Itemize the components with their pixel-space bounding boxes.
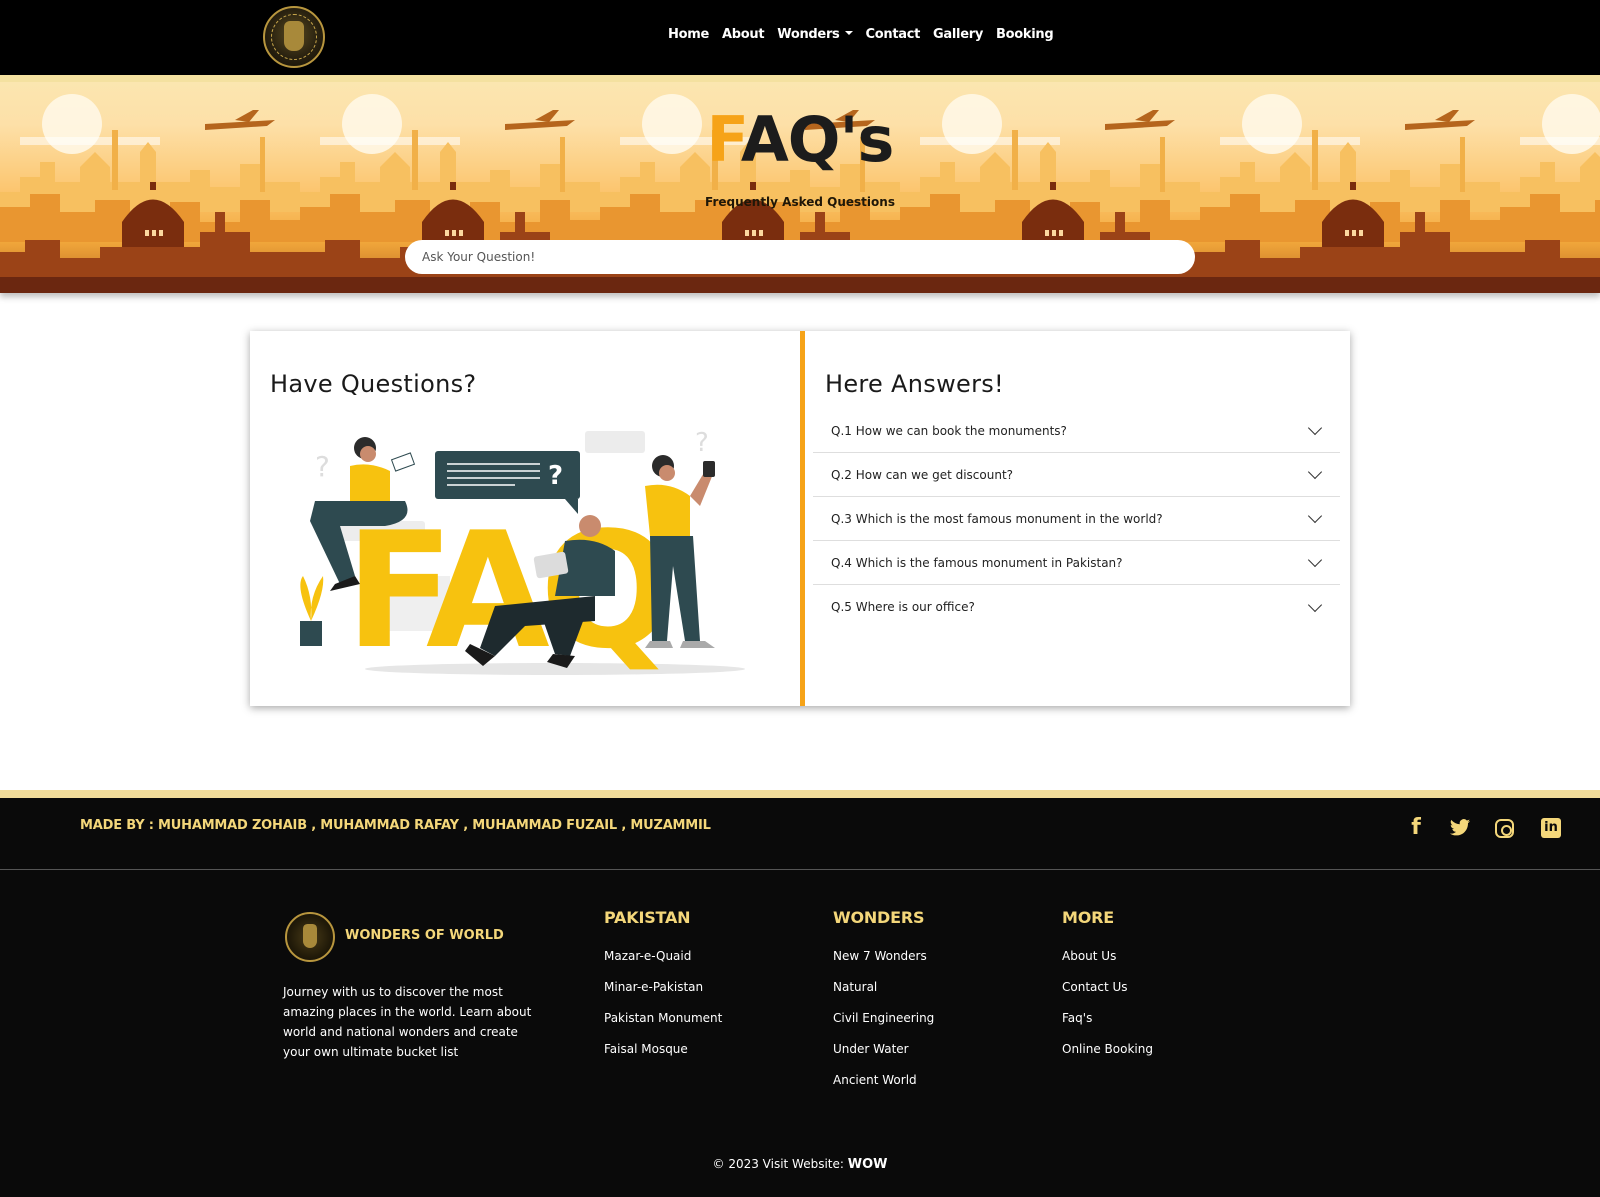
pharaoh-icon <box>278 21 310 51</box>
faq-question-text: Q.4 Which is the famous monument in Paki… <box>831 555 1123 570</box>
here-answers-heading: Here Answers! <box>825 370 1004 398</box>
footer-divider <box>0 869 1600 870</box>
footer-column-title: WONDERS <box>833 908 925 927</box>
faq-question-text: Q.2 How can we get discount? <box>831 467 1014 482</box>
footer-link[interactable]: About Us <box>1062 949 1153 963</box>
chevron-down-icon <box>1307 552 1323 568</box>
footer-link[interactable]: Faq's <box>1062 1011 1153 1025</box>
footer-link[interactable]: New 7 Wonders <box>833 949 934 963</box>
nav-home[interactable]: Home <box>668 27 709 42</box>
svg-text:?: ? <box>548 461 563 491</box>
made-by-credits: MADE BY : MUHAMMAD ZOHAIB , MUHAMMAD RAF… <box>80 818 711 833</box>
title-accent-letter: F <box>706 103 742 176</box>
footer-column-pakistan: PAKISTAN Mazar-e-Quaid Minar-e-Pakistan … <box>604 908 722 1073</box>
nav-contact[interactable]: Contact <box>866 27 921 42</box>
footer-link[interactable]: Natural <box>833 980 934 994</box>
footer-link[interactable]: Ancient World <box>833 1073 934 1087</box>
hero-banner: FAQ's Frequently Asked Questions <box>0 75 1600 293</box>
footer-column-title: MORE <box>1062 908 1114 927</box>
nav-wonders-label: Wonders <box>777 27 840 42</box>
footer-link[interactable]: Minar-e-Pakistan <box>604 980 722 994</box>
svg-text:?: ? <box>315 450 330 483</box>
footer-description: Journey with us to discover the most ama… <box>283 985 532 1059</box>
footer-link[interactable]: Mazar-e-Quaid <box>604 949 722 963</box>
footer-link[interactable]: Online Booking <box>1062 1042 1153 1056</box>
footer-top-band <box>0 790 1600 798</box>
footer-link[interactable]: Pakistan Monument <box>604 1011 722 1025</box>
faq-question-text: Q.1 How we can book the monuments? <box>831 423 1067 438</box>
footer-column-title: PAKISTAN <box>604 908 691 927</box>
facebook-icon[interactable]: f <box>1405 817 1427 839</box>
title-rest: AQ's <box>740 103 895 176</box>
faq-question-4[interactable]: Q.4 Which is the famous monument in Paki… <box>813 541 1340 585</box>
faq-question-text: Q.3 Which is the most famous monument in… <box>831 511 1163 526</box>
chevron-down-icon <box>1307 508 1323 524</box>
faq-question-1[interactable]: Q.1 How we can book the monuments? <box>813 409 1340 453</box>
faq-illustration: ? ? ? FAQ <box>300 428 745 676</box>
have-questions-heading: Have Questions? <box>270 370 477 398</box>
faq-question-3[interactable]: Q.3 Which is the most famous monument in… <box>813 497 1340 541</box>
footer-logo[interactable] <box>285 912 335 962</box>
pharaoh-icon <box>303 924 317 948</box>
chevron-down-icon <box>1307 597 1323 612</box>
main-nav: Home About Wonders Contact Gallery Booki… <box>668 27 1066 42</box>
nav-wonders-dropdown[interactable]: Wonders <box>777 27 853 42</box>
footer-brand-name: WONDERS OF WORLD <box>345 928 504 943</box>
footer-link[interactable]: Civil Engineering <box>833 1011 934 1025</box>
faq-card: Have Questions? ? ? ? FAQ Here Answers! … <box>250 331 1350 706</box>
nav-booking[interactable]: Booking <box>996 27 1054 42</box>
page-subtitle: Frequently Asked Questions <box>705 195 895 209</box>
navbar: Home About Wonders Contact Gallery Booki… <box>0 0 1600 75</box>
chevron-down-icon <box>1307 464 1323 480</box>
site-footer: MADE BY : MUHAMMAD ZOHAIB , MUHAMMAD RAF… <box>0 790 1600 1197</box>
nav-gallery[interactable]: Gallery <box>933 27 983 42</box>
footer-column-wonders: WONDERS New 7 Wonders Natural Civil Engi… <box>833 908 934 1104</box>
copyright-text: © 2023 Visit Website: <box>712 1157 844 1171</box>
faq-question-text: Q.5 Where is our office? <box>831 600 975 614</box>
panel-divider <box>800 331 805 706</box>
twitter-icon[interactable] <box>1449 817 1471 839</box>
twitter-bird-glyph <box>1449 819 1471 836</box>
faq-question-2[interactable]: Q.2 How can we get discount? <box>813 453 1340 497</box>
linkedin-icon[interactable]: in <box>1541 818 1561 838</box>
footer-link[interactable]: Contact Us <box>1062 980 1153 994</box>
copyright-brand-link[interactable]: WOW <box>848 1157 888 1172</box>
instagram-icon[interactable] <box>1495 819 1514 838</box>
faq-accordion: Q.1 How we can book the monuments? Q.2 H… <box>813 409 1340 629</box>
footer-column-more: MORE About Us Contact Us Faq's Online Bo… <box>1062 908 1153 1073</box>
footer-link[interactable]: Faisal Mosque <box>604 1042 722 1056</box>
question-search-input[interactable] <box>405 240 1195 274</box>
faq-question-5[interactable]: Q.5 Where is our office? <box>813 585 1340 629</box>
footer-link[interactable]: Under Water <box>833 1042 934 1056</box>
site-logo[interactable] <box>263 6 325 68</box>
chevron-down-icon <box>1307 420 1323 436</box>
page-title: FAQ's <box>0 103 1600 176</box>
copyright: © 2023 Visit Website: WOW <box>0 1157 1600 1172</box>
svg-text:?: ? <box>695 428 709 458</box>
caret-down-icon <box>844 31 853 35</box>
nav-about[interactable]: About <box>722 27 765 42</box>
